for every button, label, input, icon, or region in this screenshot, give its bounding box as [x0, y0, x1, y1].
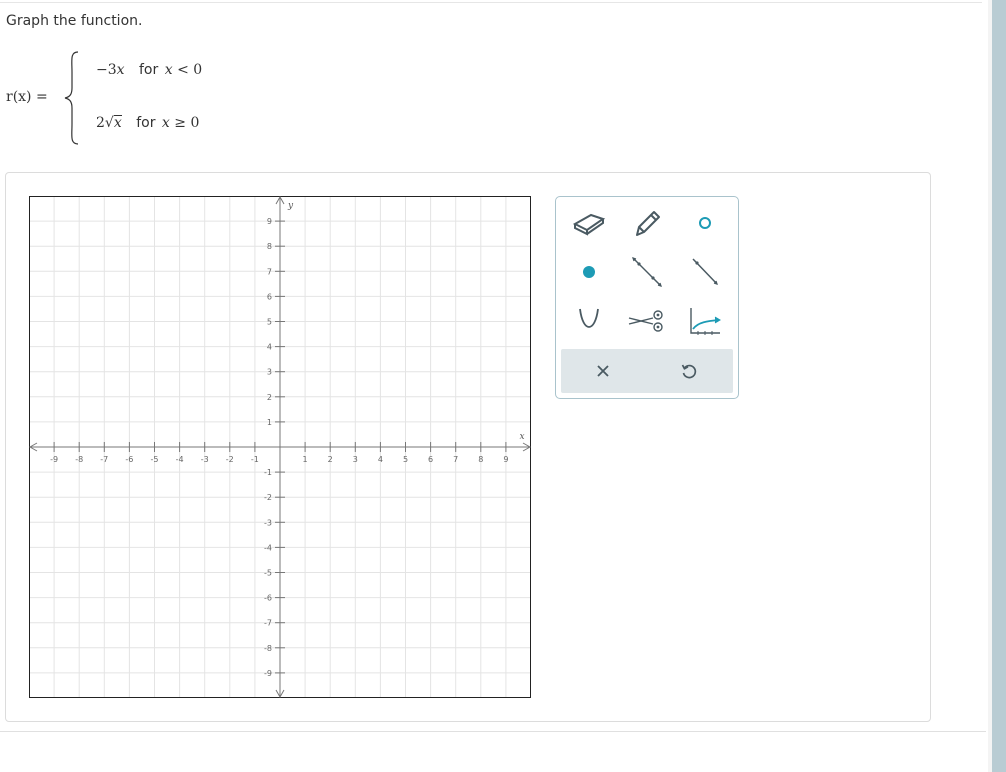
- undo-icon: [681, 364, 697, 379]
- y-tick-label: -6: [264, 594, 272, 603]
- y-tick-label: 8: [267, 242, 272, 251]
- piece-one-coef: −3: [96, 62, 117, 78]
- piece-two-for: for: [136, 115, 156, 131]
- x-tick-label: -4: [176, 455, 184, 464]
- x-tick-label: 6: [428, 455, 433, 464]
- open-circle-icon: [699, 217, 711, 229]
- y-tick-label: -1: [264, 468, 272, 477]
- right-scrollbar[interactable]: [992, 0, 1006, 772]
- scissors-icon: [628, 310, 663, 332]
- x-tick-label: 8: [478, 455, 483, 464]
- parabola-tool[interactable]: [564, 301, 614, 341]
- piece-one-cond-var: x: [164, 62, 173, 78]
- y-tick-label: 3: [267, 368, 272, 377]
- x-tick-label: -9: [50, 455, 58, 464]
- graph-toolbox: [555, 196, 739, 399]
- piece-two-coef: 2: [96, 115, 105, 131]
- eraser-tool[interactable]: [564, 203, 614, 243]
- open-point-tool[interactable]: [680, 203, 730, 243]
- piecewise-brace: [64, 51, 79, 145]
- y-tick-label: -3: [264, 518, 272, 527]
- y-tick-label: -8: [264, 644, 272, 653]
- x-axis-label: x: [519, 432, 524, 442]
- question-prompt: Graph the function.: [6, 13, 143, 29]
- curve-graph-icon: [690, 308, 721, 335]
- piece-one-var: x: [116, 62, 125, 78]
- x-tick-label: 1: [303, 455, 308, 464]
- closed-point-icon: [583, 266, 595, 278]
- x-tick-label: -6: [125, 455, 133, 464]
- y-tick-label: -7: [264, 619, 272, 628]
- scissors-tool[interactable]: [622, 301, 672, 341]
- top-divider: [0, 2, 982, 3]
- x-tick-label: 4: [378, 455, 383, 464]
- x-tick-label: -3: [201, 455, 209, 464]
- piece-two-cond-var: x: [161, 115, 170, 131]
- x-tick-label: -5: [151, 455, 159, 464]
- y-tick-label: -5: [264, 569, 272, 578]
- y-axis-label: y: [287, 201, 294, 211]
- y-tick-label: 6: [267, 292, 272, 301]
- y-tick-label: 9: [267, 217, 272, 226]
- y-tick-label: 4: [267, 343, 272, 352]
- line-icon: [632, 257, 662, 287]
- clear-button[interactable]: [573, 355, 633, 387]
- x-tick-label: 2: [328, 455, 333, 464]
- ray-icon: [692, 258, 718, 285]
- graphing-canvas[interactable]: -9 -8 -7 -6 -5 -4 -3 -2 -1 1 2 3 4 5 6 7 8 9 9 8 7 6 5 4 3 2 1 -1 -2…: [29, 196, 531, 698]
- pencil-tool[interactable]: [622, 203, 672, 243]
- clear-icon: [597, 365, 609, 377]
- x-tick-label: -1: [251, 455, 259, 464]
- piece-two: 2√x for x ≥ 0: [96, 115, 199, 131]
- sqrt-radical-icon: √: [104, 115, 114, 131]
- y-tick-label: -2: [264, 493, 272, 502]
- x-tick-label: -2: [226, 455, 234, 464]
- curve-tool[interactable]: [680, 301, 730, 341]
- y-tick-label: 5: [267, 318, 272, 327]
- undo-button[interactable]: [659, 355, 719, 387]
- pencil-icon: [636, 211, 660, 236]
- y-tick-label: 1: [267, 418, 272, 427]
- toolbox-action-bar: [561, 349, 733, 393]
- closed-point-tool[interactable]: [564, 252, 614, 292]
- piece-one: −3x for x < 0: [96, 62, 202, 78]
- y-tick-label: -4: [264, 543, 272, 552]
- ray-tool[interactable]: [680, 252, 730, 292]
- line-tool[interactable]: [622, 252, 672, 292]
- x-tick-label: 7: [453, 455, 458, 464]
- x-tick-label: -8: [75, 455, 83, 464]
- y-tick-label: -9: [264, 669, 272, 678]
- parabola-icon: [579, 308, 599, 328]
- piece-one-cond: < 0: [177, 62, 203, 78]
- piece-two-var: x: [113, 115, 122, 131]
- x-tick-label: 9: [503, 455, 508, 464]
- eraser-icon: [572, 213, 606, 236]
- x-tick-label: 5: [403, 455, 408, 464]
- y-tick-label: 2: [267, 393, 272, 402]
- y-tick-label: 7: [267, 267, 272, 276]
- piece-two-cond: ≥ 0: [174, 115, 200, 131]
- piece-one-for: for: [139, 62, 159, 78]
- function-label: r(x) =: [6, 89, 48, 105]
- x-tick-label: -7: [100, 455, 108, 464]
- bottom-divider: [0, 731, 986, 732]
- x-tick-label: 3: [353, 455, 358, 464]
